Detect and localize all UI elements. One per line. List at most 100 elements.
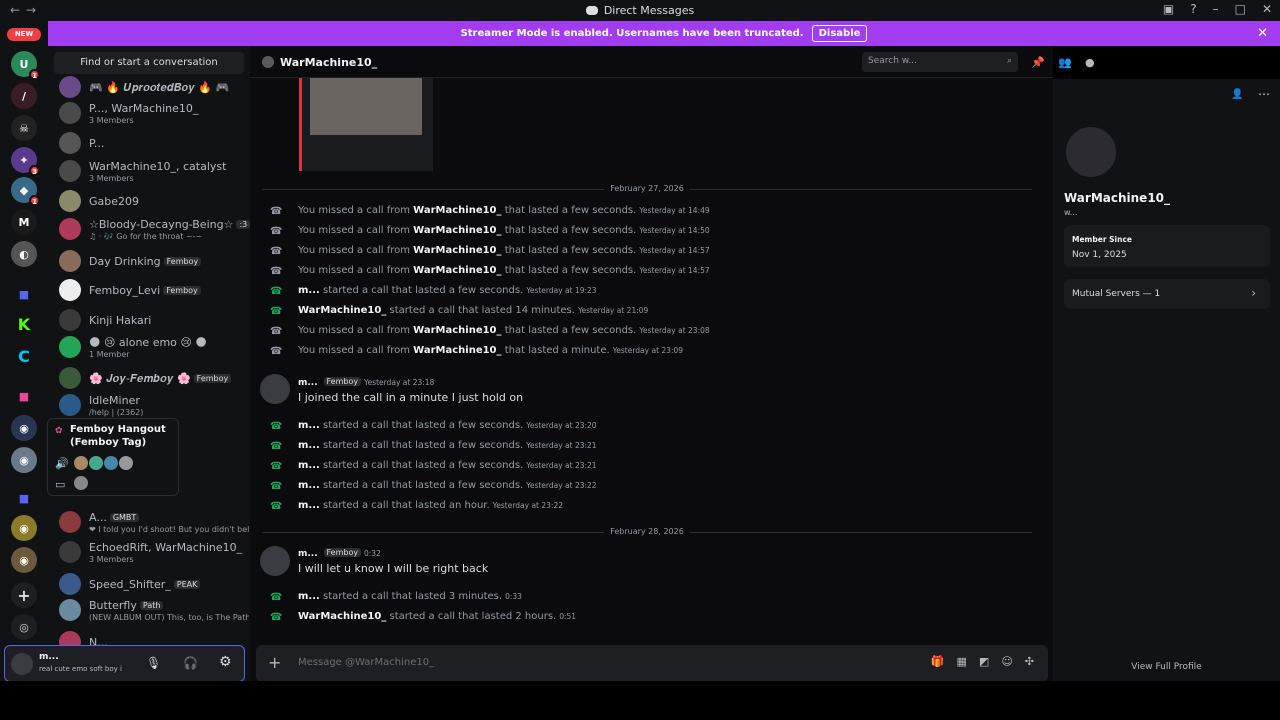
folder-icon[interactable]: ■ (11, 281, 37, 307)
server-icon[interactable]: ◉ (11, 447, 37, 473)
microphone-icon[interactable]: 🎙 (146, 656, 161, 670)
attach-plus-icon[interactable]: + (268, 653, 281, 672)
username[interactable]: m... (298, 440, 320, 451)
dm-name-row: P..., WarMachine10_ (89, 102, 198, 115)
user-profile-icon[interactable]: ● (1085, 56, 1095, 69)
username[interactable]: WarMachine10_ (413, 225, 501, 236)
pin-icon[interactable]: 📌 (1031, 56, 1045, 69)
dm-list-item[interactable]: EchoedRift, WarMachine10_ 3 Members (56, 539, 246, 567)
chevron-right-icon: › (1251, 286, 1256, 300)
headphones-icon[interactable]: 🎧 (183, 656, 198, 670)
profile-avatar[interactable] (1062, 123, 1120, 181)
server-icon[interactable]: ◐ (11, 241, 37, 267)
avatar (59, 76, 81, 98)
inbox-icon[interactable]: ▣ (1163, 2, 1174, 16)
mutual-servers-button[interactable]: Mutual Servers — 1 › (1064, 279, 1270, 309)
dm-list-item[interactable]: Gabe209 (56, 188, 246, 216)
server-icon[interactable]: ☠ (11, 115, 37, 141)
add-friends-icon[interactable]: 👥 (1058, 56, 1072, 69)
dm-list-item[interactable]: Day Drinking Femboy (56, 248, 246, 276)
avatar (59, 250, 81, 272)
kick-icon[interactable]: K (11, 311, 37, 337)
discover-icon[interactable]: ◎ (11, 614, 37, 640)
close-icon[interactable]: ✕ (1257, 26, 1268, 41)
message-header: m... Femboy 0:32 (298, 548, 381, 559)
dm-list-item[interactable]: A... GMBT ❤ I told you I'd shoot! But you … (56, 509, 249, 537)
avatar (104, 456, 118, 470)
server-icon[interactable]: ◉ (11, 515, 37, 541)
gif-icon[interactable]: ▦ (957, 655, 967, 668)
dm-list-item[interactable]: Butterfly Path (NEW ALBUM OUT) This, too, … (56, 597, 249, 625)
dm-list-item[interactable]: Speed_Shifter_ PEAK (56, 571, 246, 599)
add-friend-icon[interactable]: 👤 (1231, 89, 1243, 100)
username[interactable]: WarMachine10_ (298, 611, 386, 622)
username[interactable]: m... (298, 500, 320, 511)
server-icon[interactable]: U1 (11, 51, 40, 80)
system-message: m... started a call that lasted a few se… (298, 480, 597, 491)
dm-name: WarMachine10_, catalyst (89, 160, 227, 173)
close-button[interactable]: ✕ (1262, 2, 1272, 16)
minimize-button[interactable]: – (1213, 2, 1219, 16)
system-text: You missed a call from (298, 245, 410, 256)
dm-list-item[interactable]: P..., WarMachine10_ 3 Members (56, 100, 246, 128)
help-icon[interactable]: ? (1190, 2, 1196, 16)
call-icon: ☎ (270, 421, 283, 432)
dm-list-item[interactable]: 🌸 𝑱𝒐𝒚-𝑭𝒆𝒎𝒃𝒐𝒚 🌸 Femboy (56, 365, 246, 393)
tag-badge: Path (139, 601, 164, 610)
server-icon[interactable]: ✦ 3 (11, 147, 40, 176)
taskbar-gap (0, 681, 1280, 720)
avatar (119, 456, 133, 470)
server-icon[interactable]: C (11, 343, 37, 369)
gift-icon[interactable]: 🎁 (931, 655, 945, 668)
avatar[interactable] (260, 546, 290, 576)
add-server-icon[interactable]: + (11, 582, 37, 608)
username[interactable]: WarMachine10_ (413, 205, 501, 216)
dm-list-item[interactable]: Femboy_Levi Femboy (56, 277, 246, 305)
dm-subtext: 1 Member (89, 350, 130, 359)
username[interactable]: m... (298, 285, 320, 296)
settings-gear-icon[interactable]: ⚙ (219, 654, 232, 670)
username[interactable]: m... (298, 591, 320, 602)
chat-area: WarMachine10_ (250, 46, 1053, 681)
apps-icon[interactable]: ✣ (1025, 655, 1034, 668)
dm-list-item[interactable]: Kinji Hakari (56, 307, 246, 335)
server-icon[interactable]: / (11, 83, 37, 109)
server-icon[interactable]: ◆ 1 (11, 177, 40, 206)
find-conversation-button[interactable]: Find or start a conversation (54, 52, 244, 74)
username[interactable]: WarMachine10_ (298, 305, 386, 316)
username[interactable]: WarMachine10_ (413, 245, 501, 256)
dm-list-item[interactable]: P... (56, 130, 246, 158)
maximize-button[interactable]: □ (1235, 2, 1246, 16)
message-input[interactable]: Message @WarMachine10_ (298, 657, 434, 668)
embed-image[interactable] (310, 78, 422, 135)
sticker-icon[interactable]: ◩ (979, 655, 989, 668)
emoji-icon[interactable]: ☺ (1001, 655, 1012, 668)
avatar (59, 336, 81, 358)
server-icon[interactable]: ◉ (11, 547, 37, 573)
more-options-icon[interactable]: ⋯ (1258, 87, 1270, 101)
disable-button[interactable]: Disable (811, 25, 868, 42)
timestamp: Yesterday at 19:23 (526, 286, 597, 295)
username[interactable]: WarMachine10_ (413, 265, 501, 276)
dm-list-item[interactable]: ☆Bloody-Decayng-Being☆:3 ♫ · 🎶 Go for the… (56, 216, 251, 244)
server-icon[interactable]: M (11, 209, 37, 235)
search-input[interactable]: Search w... ⌕ (862, 52, 1018, 72)
dm-list-item[interactable]: 🌑 😢 alone emo 😢 🌑 1 Member (56, 334, 246, 362)
server-icon[interactable]: ◉ (11, 415, 37, 441)
username[interactable]: WarMachine10_ (413, 325, 501, 336)
folder-icon[interactable]: ■ (11, 383, 37, 409)
dm-name-row: Butterfly Path (89, 599, 164, 612)
username[interactable]: m... (298, 420, 320, 431)
dm-list-item[interactable]: WarMachine10_, catalyst 3 Members (56, 158, 246, 186)
avatar (59, 190, 81, 212)
message-composer[interactable]: + Message @WarMachine10_ 🎁 ▦ ◩ ☺ ✣ (256, 645, 1048, 682)
username[interactable]: m... (298, 480, 320, 491)
dm-list-item[interactable]: 🎮 🔥 𝑼𝒑𝒓𝒐𝒐𝒕𝒆𝒅𝑩𝒐𝒚 🔥 🎮 (56, 74, 246, 102)
avatar[interactable] (11, 653, 33, 675)
view-full-profile-link[interactable]: View Full Profile (1053, 662, 1280, 672)
folder-icon[interactable]: ■ (11, 485, 37, 511)
username[interactable]: m... (298, 460, 320, 471)
avatar[interactable] (260, 374, 290, 404)
username[interactable]: WarMachine10_ (413, 345, 501, 356)
dm-list-item[interactable]: IdleMiner/help | (2362) (56, 392, 246, 420)
